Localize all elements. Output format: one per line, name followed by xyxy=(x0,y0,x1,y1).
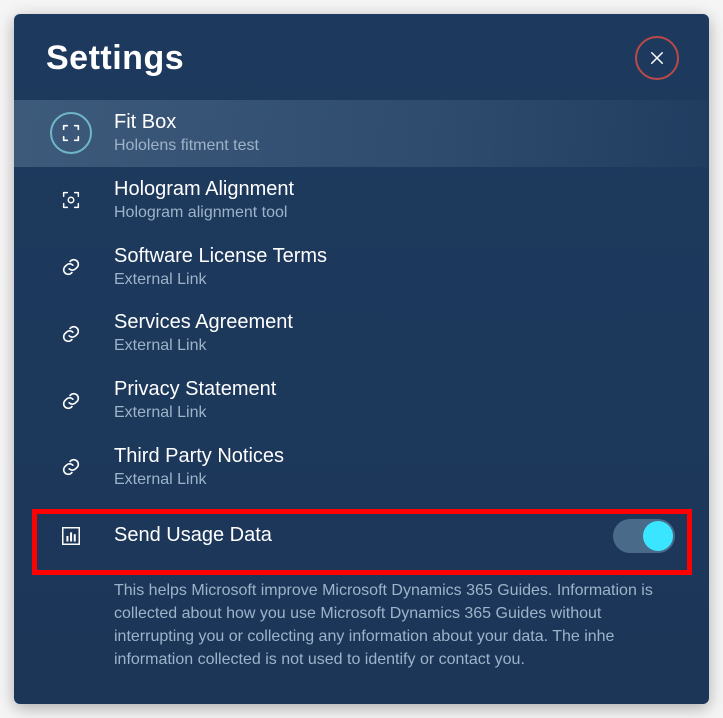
item-subtitle: External Link xyxy=(114,336,679,357)
toggle-knob xyxy=(643,521,673,551)
item-title: Hologram Alignment xyxy=(114,177,679,201)
page-title: Settings xyxy=(46,39,184,78)
send-usage-data-description: This helps Microsoft improve Microsoft D… xyxy=(14,571,709,672)
item-title: Services Agreement xyxy=(114,310,679,334)
link-icon xyxy=(50,313,92,355)
settings-list: Fit BoxHololens fitment test Hologram Ali… xyxy=(14,98,709,501)
item-subtitle: Hololens fitment test xyxy=(114,136,679,157)
send-usage-data-toggle[interactable] xyxy=(613,519,675,553)
settings-item-software-license-terms[interactable]: Software License TermsExternal Link xyxy=(14,234,709,301)
link-icon xyxy=(50,446,92,488)
item-text: Services AgreementExternal Link xyxy=(114,310,679,357)
settings-panel: Settings Fit BoxHololens fitment testHol… xyxy=(14,14,709,704)
item-subtitle: External Link xyxy=(114,470,679,491)
settings-item-privacy-statement[interactable]: Privacy StatementExternal Link xyxy=(14,367,709,434)
send-usage-data-label: Send Usage Data xyxy=(114,524,613,547)
close-icon xyxy=(648,49,666,67)
link-icon xyxy=(50,246,92,288)
item-text: Third Party NoticesExternal Link xyxy=(114,444,679,491)
item-title: Privacy Statement xyxy=(114,377,679,401)
settings-item-fit-box[interactable]: Fit BoxHololens fitment test xyxy=(14,100,709,167)
link-icon xyxy=(50,380,92,422)
send-usage-data-row: Send Usage Data xyxy=(14,501,709,571)
settings-item-services-agreement[interactable]: Services AgreementExternal Link xyxy=(14,300,709,367)
item-title: Fit Box xyxy=(114,110,679,134)
chart-icon xyxy=(50,515,92,557)
item-subtitle: Hologram alignment tool xyxy=(114,203,679,224)
item-subtitle: External Link xyxy=(114,403,679,424)
close-button[interactable] xyxy=(635,36,679,80)
item-title: Software License Terms xyxy=(114,244,679,268)
item-text: Privacy StatementExternal Link xyxy=(114,377,679,424)
item-text: Software License TermsExternal Link xyxy=(114,244,679,291)
settings-item-hologram-alignment[interactable]: Hologram AlignmentHologram alignment too… xyxy=(14,167,709,234)
settings-item-third-party-notices[interactable]: Third Party NoticesExternal Link xyxy=(14,434,709,501)
item-subtitle: External Link xyxy=(114,270,679,291)
header: Settings xyxy=(14,14,709,98)
item-text: Hologram AlignmentHologram alignment too… xyxy=(114,177,679,224)
item-title: Third Party Notices xyxy=(114,444,679,468)
item-text: Fit BoxHololens fitment test xyxy=(114,110,679,157)
fitbox-icon xyxy=(50,112,92,154)
alignment-icon xyxy=(50,179,92,221)
